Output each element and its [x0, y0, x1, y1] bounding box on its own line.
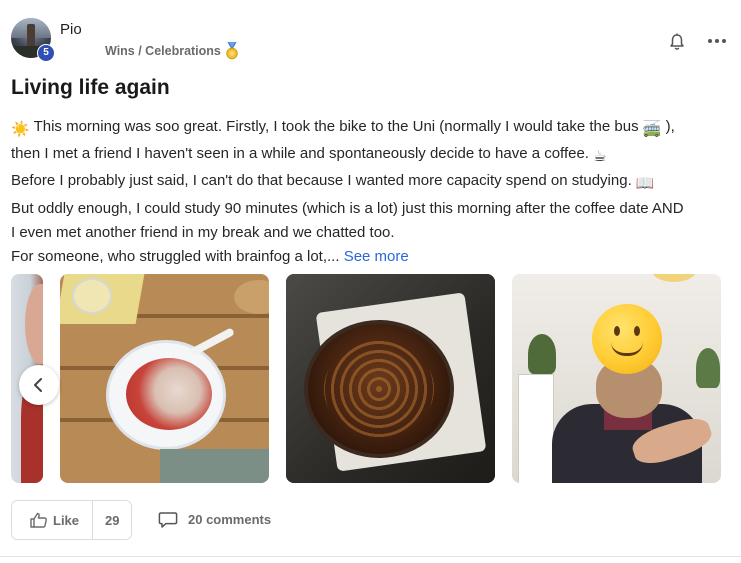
plant-shape [696, 348, 720, 388]
strawberries-shape [126, 358, 212, 430]
body-line-5: I even met another friend in my break an… [11, 223, 395, 241]
chevron-left-icon [34, 378, 42, 392]
body-line-1: ☀️ This morning was soo great. Firstly, … [11, 115, 737, 142]
post-header: 5 Pio Wins / Celebrations [11, 16, 731, 64]
more-options-icon[interactable] [708, 38, 728, 46]
bus-emoji-icon: 🚎 [642, 121, 662, 138]
body-line-1-text: This morning was soo great. Firstly, I t… [29, 118, 643, 135]
image-gallery [11, 274, 731, 484]
post-actions: Like 29 20 comments [11, 500, 731, 540]
like-button[interactable]: Like [12, 501, 93, 539]
medal-icon [226, 42, 238, 60]
body-line-6-text: For someone, who struggled with brainfog… [11, 248, 344, 266]
gallery-image-selfie-smiley[interactable] [512, 274, 721, 483]
gallery-prev-button[interactable] [19, 365, 59, 405]
body-line-2: then I met a friend I haven't seen in a … [11, 142, 737, 169]
see-more-link[interactable]: See more [344, 248, 409, 265]
body-line-1-tail: ), [661, 118, 675, 135]
like-label: Like [53, 513, 80, 528]
author-name[interactable]: Pio [60, 21, 82, 38]
smiley-face-icon [592, 304, 662, 374]
divider [92, 501, 93, 539]
thumbs-up-icon [30, 512, 47, 528]
coffee-emoji-icon: ☕ [593, 148, 607, 166]
shelf-shape [518, 374, 554, 483]
bread-shape [234, 280, 269, 314]
post-category[interactable]: Wins / Celebrations [105, 44, 221, 58]
portrait-face-shape [25, 284, 43, 364]
spoon-shape [188, 327, 236, 357]
cloth-shape [160, 449, 269, 483]
like-group: Like 29 [11, 500, 132, 540]
gallery-image-strawberry-dessert[interactable] [60, 274, 269, 483]
level-badge: 5 [37, 44, 55, 62]
glass-shape [72, 278, 112, 314]
post-title[interactable]: Living life again [11, 76, 170, 100]
body-line-4: But oddly enough, I could study 90 minut… [11, 199, 684, 217]
notification-bell-icon[interactable] [667, 32, 687, 52]
post-body: ☀️ This morning was soo great. Firstly, … [11, 115, 737, 269]
plant-shape [528, 334, 556, 374]
gallery-image-tart-in-box[interactable] [286, 274, 495, 483]
body-line-2-text: then I met a friend I haven't seen in a … [11, 145, 594, 163]
body-line-6: For someone, who struggled with brainfog… [11, 245, 737, 269]
comments-label: 20 comments [188, 512, 272, 527]
body-line-3: Before I probably just said, I can't do … [11, 169, 737, 196]
like-count[interactable]: 29 [105, 513, 119, 528]
sun-emoji-icon: ☀️ [11, 121, 30, 138]
book-emoji-icon: 📖 [635, 175, 655, 193]
post-divider [0, 556, 741, 557]
comment-icon [158, 512, 178, 528]
body-line-3-text: Before I probably just said, I can't do … [11, 172, 636, 190]
tart-shape [304, 320, 454, 458]
